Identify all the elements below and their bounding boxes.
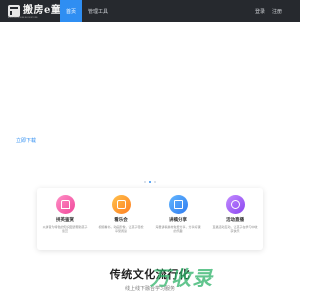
feature-panel: 拼英鉴赏 以拼音为特色的知识图谱帮助孩子鉴赏 看乐会 视频看书，动画影像，让孩子… [37,188,263,250]
feature-card[interactable]: 活动直播 直播活动互动，让孩子在学习中收获快乐 [207,188,263,250]
tv-icon [111,195,131,214]
feature-title: 看乐会 [114,217,128,222]
main-nav: 首页 管理工具 [60,0,114,22]
download-link[interactable]: 立即下载 [16,137,36,144]
account-links: 登录 注册 [255,0,282,22]
feature-description: 直播活动互动，让孩子在学习中收获快乐 [212,225,258,233]
feature-description: 海量讲稿素材免费分享，分享好课的乐趣 [155,225,201,233]
camera-icon [225,195,245,214]
feature-card[interactable]: 看乐会 视频看书，动画影像，让孩子轻松享受阅读 [93,188,149,250]
feature-title: 活动直播 [226,217,244,222]
register-link[interactable]: 注册 [272,8,282,15]
house-icon [55,195,75,214]
nav-item-home[interactable]: 首页 [60,0,83,22]
carousel-dots [144,181,156,183]
hero-banner [0,22,300,188]
top-navigation-bar: 搬房e童书 ENGLISH HOUSE BOOKSTORE 首页 管理工具 登录… [0,0,300,22]
login-link[interactable]: 登录 [255,8,265,15]
carousel-dot[interactable] [154,181,156,183]
feature-title: 拼英鉴赏 [56,217,74,222]
feature-description: 以拼音为特色的知识图谱帮助孩子鉴赏 [42,225,88,233]
gift-icon [168,195,188,214]
carousel-dot-active[interactable] [149,181,151,183]
feature-card[interactable]: 讲稿分享 海量讲稿素材免费分享，分享好课的乐趣 [150,188,206,250]
carousel-dot[interactable] [144,181,146,183]
watermark: 万收录 [150,268,213,290]
feature-title: 讲稿分享 [169,217,187,222]
book-icon [8,5,22,17]
logo-subtitle: ENGLISH HOUSE BOOKSTORE [8,17,38,19]
feature-description: 视频看书，动画影像，让孩子轻松享受阅读 [98,225,144,233]
feature-card[interactable]: 拼英鉴赏 以拼音为特色的知识图谱帮助孩子鉴赏 [37,188,93,250]
nav-item-tools[interactable]: 管理工具 [82,0,114,22]
